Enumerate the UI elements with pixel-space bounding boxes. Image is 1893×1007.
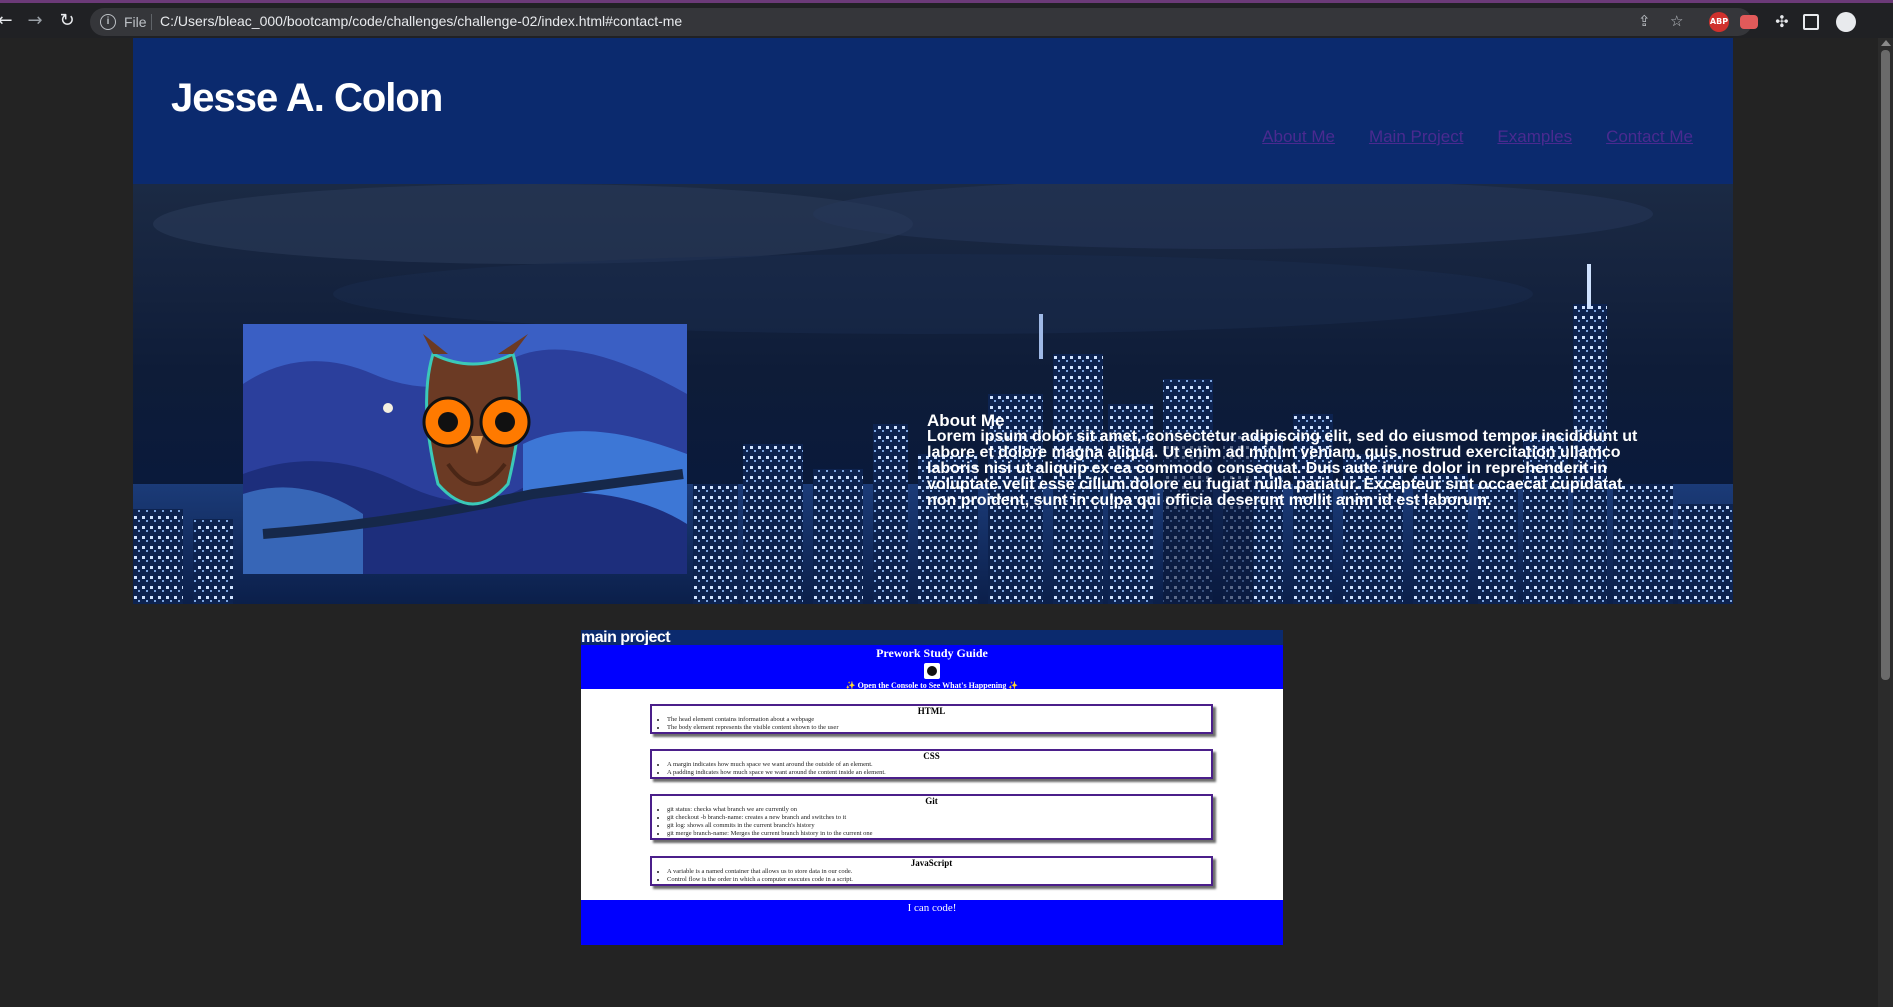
url-scheme: File xyxy=(124,14,147,30)
nav-link-about-me[interactable]: About Me xyxy=(1262,127,1335,147)
info-icon[interactable]: i xyxy=(100,14,116,30)
list-item: Control flow is the order in which a com… xyxy=(667,876,1211,884)
site-nav: About Me Main Project Examples Contact M… xyxy=(1262,127,1693,147)
study-card-css: CSS A margin indicates how much space we… xyxy=(650,749,1213,779)
nav-link-examples[interactable]: Examples xyxy=(1497,127,1572,147)
forward-arrow-icon[interactable]: → xyxy=(24,10,46,32)
site-title: Jesse A. Colon xyxy=(171,76,443,120)
list-item: git log: shows all commits in the curren… xyxy=(667,822,1211,830)
list-item: git checkout -b branch-name: creates a n… xyxy=(667,814,1211,822)
list-item: The head element contains information ab… xyxy=(667,716,1211,724)
nav-link-contact-me[interactable]: Contact Me xyxy=(1606,127,1693,147)
page-scrollbar[interactable] xyxy=(1878,38,1893,1007)
list-item: git status: checks what branch we are cu… xyxy=(667,806,1211,814)
study-card-git: Git git status: checks what branch we ar… xyxy=(650,794,1213,840)
about-me-heading: About Me xyxy=(927,411,1005,430)
site-header: Jesse A. Colon About Me Main Project Exa… xyxy=(133,38,1733,184)
project-title: Prework Study Guide xyxy=(876,646,988,660)
bookmark-star-icon[interactable]: ☆ xyxy=(1670,12,1683,30)
scroll-up-arrow-icon[interactable] xyxy=(1881,40,1891,46)
list-item: A padding indicates how much space we wa… xyxy=(667,769,1211,777)
study-card-html: HTML The head element contains informati… xyxy=(650,704,1213,734)
about-me-text: Lorem ipsum dolor sit amet, consectetur … xyxy=(927,428,1638,509)
back-arrow-icon[interactable]: ← xyxy=(0,10,16,32)
owl-image xyxy=(243,324,687,574)
study-card-javascript: JavaScript A variable is a named contain… xyxy=(650,856,1213,886)
record-extension-icon[interactable] xyxy=(1740,15,1758,29)
list-item: git merge branch-name: Merges the curren… xyxy=(667,830,1211,838)
side-panel-icon[interactable] xyxy=(1803,14,1819,30)
url-text[interactable]: C:/Users/bleac_000/bootcamp/code/challen… xyxy=(160,13,682,29)
profile-avatar[interactable] xyxy=(1836,12,1856,32)
divider xyxy=(151,14,152,30)
list-item: A variable is a named container that all… xyxy=(667,868,1211,876)
card-title: CSS xyxy=(923,751,940,761)
about-me-section: About Me Lorem ipsum dolor sit amet, con… xyxy=(927,411,1643,509)
main-project-heading: main project xyxy=(581,630,1283,646)
browser-toolbar: ← → ↻ i File C:/Users/bleac_000/bootcamp… xyxy=(0,0,1893,38)
main-project-preview[interactable]: Prework Study Guide ✨ Open the Console t… xyxy=(581,645,1283,945)
card-title: HTML xyxy=(917,706,946,716)
address-bar[interactable]: i File C:/Users/bleac_000/bootcamp/code/… xyxy=(90,8,1752,36)
list-item: A margin indicates how much space we wan… xyxy=(667,761,1211,769)
nav-link-main-project[interactable]: Main Project xyxy=(1369,127,1463,147)
share-icon[interactable]: ⇪ xyxy=(1638,12,1651,30)
puzzle-extensions-icon[interactable]: ✣ xyxy=(1772,12,1792,32)
adblock-extension-icon[interactable]: ABP xyxy=(1709,12,1729,32)
card-title: JavaScript xyxy=(910,858,953,868)
console-note: ✨ Open the Console to See What's Happeni… xyxy=(845,681,1019,690)
list-item: The body element represents the visible … xyxy=(667,724,1211,732)
card-title: Git xyxy=(925,796,938,806)
hero-section: About Me Lorem ipsum dolor sit amet, con… xyxy=(133,184,1733,604)
project-footer: I can code! xyxy=(581,900,1283,945)
github-logo-icon xyxy=(924,663,940,679)
project-banner: Prework Study Guide ✨ Open the Console t… xyxy=(581,645,1283,690)
scroll-thumb[interactable] xyxy=(1881,50,1890,680)
reload-icon[interactable]: ↻ xyxy=(56,10,78,32)
